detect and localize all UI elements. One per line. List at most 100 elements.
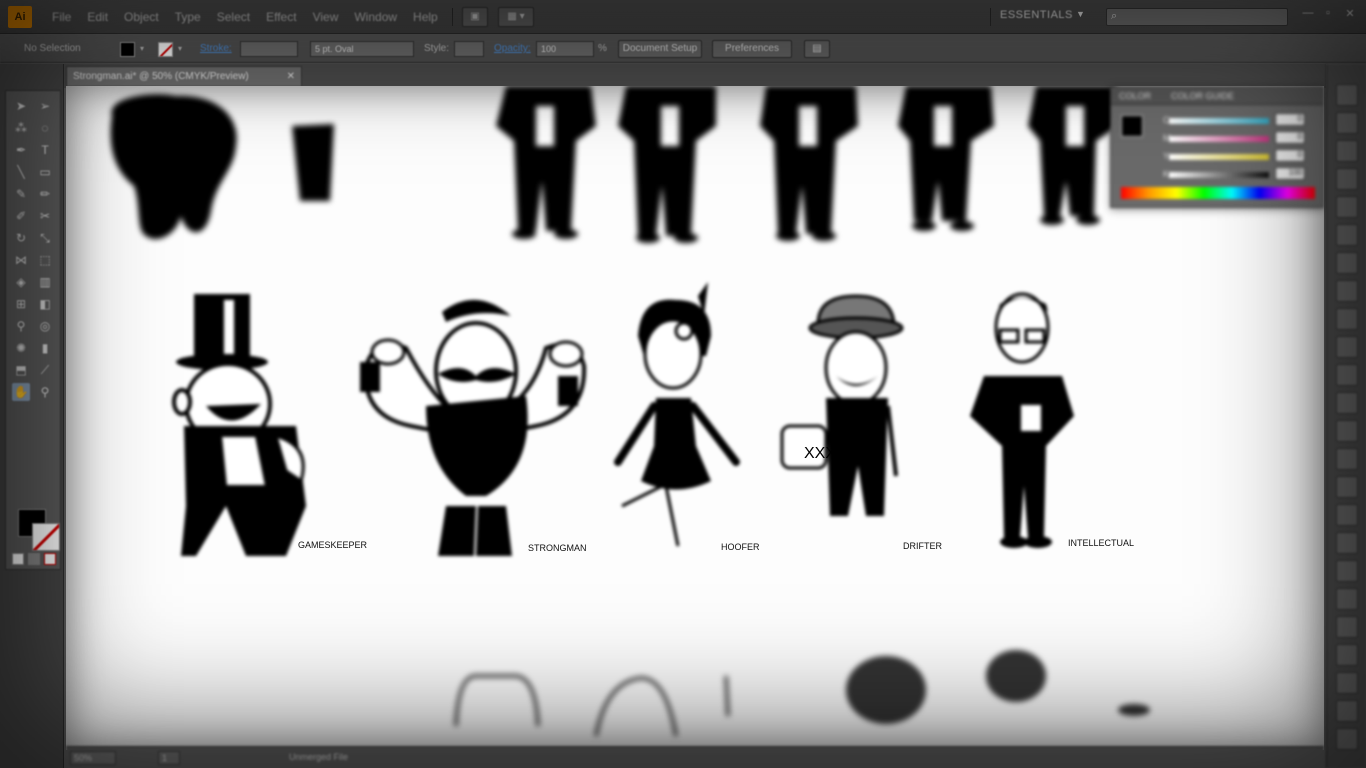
magenta-value[interactable]: 0 <box>1275 131 1305 144</box>
status-text[interactable]: Unmerged File <box>286 751 396 765</box>
selection-tool-icon[interactable]: ➤ <box>12 97 30 115</box>
free-transform-tool-icon[interactable]: ⬚ <box>36 251 54 269</box>
dock-panel-icon[interactable] <box>1336 700 1358 722</box>
black-slider[interactable] <box>1169 172 1269 178</box>
arrange-documents-button[interactable]: ▦ ▾ <box>498 7 534 27</box>
opacity-label[interactable]: Opacity: <box>494 43 531 54</box>
blend-tool-icon[interactable]: ◎ <box>36 317 54 335</box>
dock-panel-icon[interactable] <box>1336 168 1358 190</box>
color-spectrum-bar[interactable] <box>1121 187 1315 199</box>
dock-panel-icon[interactable] <box>1336 196 1358 218</box>
dock-panel-icon[interactable] <box>1336 336 1358 358</box>
minimize-icon[interactable]: — <box>1300 7 1316 19</box>
stroke-weight-field[interactable] <box>240 41 298 57</box>
none-mode-icon[interactable] <box>44 553 56 565</box>
close-icon[interactable]: ✕ <box>287 67 295 86</box>
menu-item-help[interactable]: Help <box>405 10 446 24</box>
dock-panel-icon[interactable] <box>1336 224 1358 246</box>
rectangle-tool-icon[interactable]: ▭ <box>36 163 54 181</box>
lasso-tool-icon[interactable]: ◌ <box>36 119 54 137</box>
chevron-down-icon[interactable]: ▾ <box>140 44 144 53</box>
menu-item-select[interactable]: Select <box>209 10 258 24</box>
zoom-field[interactable]: 50% <box>70 751 116 765</box>
scissors-tool-icon[interactable]: ✂ <box>36 207 54 225</box>
stroke-color-box[interactable] <box>32 523 60 551</box>
menu-item-type[interactable]: Type <box>167 10 209 24</box>
magic-wand-tool-icon[interactable]: ⁂ <box>12 119 30 137</box>
brush-definition-dropdown[interactable]: 5 pt. Oval <box>310 41 414 57</box>
tab-color[interactable]: COLOR <box>1119 91 1151 101</box>
width-tool-icon[interactable]: ⋈ <box>12 251 30 269</box>
search-input[interactable]: ⌕ <box>1106 8 1288 26</box>
magenta-slider[interactable] <box>1169 136 1269 142</box>
dock-panel-icon[interactable] <box>1336 280 1358 302</box>
maximize-icon[interactable]: ▫ <box>1320 7 1336 19</box>
type-tool-icon[interactable]: T <box>36 141 54 159</box>
column-graph-tool-icon[interactable]: ▮ <box>36 339 54 357</box>
stroke-swatch[interactable] <box>158 42 173 57</box>
dock-panel-icon[interactable] <box>1336 420 1358 442</box>
workspace-switcher[interactable]: ESSENTIALS <box>1000 9 1073 21</box>
close-icon[interactable]: ✕ <box>1342 7 1358 20</box>
dock-panel-icon[interactable] <box>1336 588 1358 610</box>
dock-panel-icon[interactable] <box>1336 252 1358 274</box>
document-setup-button[interactable]: Document Setup <box>618 40 702 58</box>
arrange-icon[interactable]: ▤ <box>804 40 830 58</box>
stroke-label[interactable]: Stroke: <box>200 43 232 54</box>
dock-panel-icon[interactable] <box>1336 532 1358 554</box>
dock-panel-icon[interactable] <box>1336 616 1358 638</box>
dock-panel-icon[interactable] <box>1336 504 1358 526</box>
tab-color-guide[interactable]: COLOR GUIDE <box>1171 91 1234 101</box>
symbol-sprayer-tool-icon[interactable]: ✺ <box>12 339 30 357</box>
gradient-tool-icon[interactable]: ◧ <box>36 295 54 313</box>
scale-tool-icon[interactable]: ⤡ <box>36 229 54 247</box>
pen-tool-icon[interactable]: ✒ <box>12 141 30 159</box>
dock-panel-icon[interactable] <box>1336 308 1358 330</box>
dock-panel-icon[interactable] <box>1336 448 1358 470</box>
cyan-value[interactable]: 0 <box>1275 113 1305 126</box>
dock-panel-icon[interactable] <box>1336 476 1358 498</box>
shape-builder-tool-icon[interactable]: ◈ <box>12 273 30 291</box>
menu-item-edit[interactable]: Edit <box>79 10 116 24</box>
menu-item-object[interactable]: Object <box>116 10 167 24</box>
gradient-mode-icon[interactable] <box>28 553 40 565</box>
line-tool-icon[interactable]: ╲ <box>12 163 30 181</box>
opacity-field[interactable]: 100 <box>536 41 594 57</box>
slice-tool-icon[interactable]: ⟋ <box>36 361 54 379</box>
dock-panel-icon[interactable] <box>1336 644 1358 666</box>
yellow-value[interactable]: 0 <box>1275 149 1305 162</box>
artboard-number-field[interactable]: 1 <box>158 751 180 765</box>
mesh-tool-icon[interactable]: ⊞ <box>12 295 30 313</box>
rotate-tool-icon[interactable]: ↻ <box>12 229 30 247</box>
blob-brush-tool-icon[interactable]: ✐ <box>12 207 30 225</box>
bridge-button[interactable]: ▣ <box>462 7 488 27</box>
dock-panel-icon[interactable] <box>1336 672 1358 694</box>
dock-panel-icon[interactable] <box>1336 364 1358 386</box>
fill-swatch[interactable] <box>120 42 135 57</box>
black-value[interactable]: 100 <box>1275 167 1305 180</box>
cyan-slider[interactable] <box>1169 118 1269 124</box>
menu-item-file[interactable]: File <box>44 10 79 24</box>
dock-panel-icon[interactable] <box>1336 112 1358 134</box>
graphic-style-dropdown[interactable] <box>454 41 484 57</box>
hand-tool-icon[interactable]: ✋ <box>12 383 30 401</box>
pencil-tool-icon[interactable]: ✏ <box>36 185 54 203</box>
panel-fill-swatch[interactable] <box>1121 115 1143 137</box>
eyedropper-tool-icon[interactable]: ⚲ <box>12 317 30 335</box>
yellow-slider[interactable] <box>1169 154 1269 160</box>
color-mode-icon[interactable] <box>12 553 24 565</box>
chevron-down-icon[interactable]: ▾ <box>178 44 182 53</box>
dock-panel-icon[interactable] <box>1336 140 1358 162</box>
dock-panel-icon[interactable] <box>1336 728 1358 750</box>
document-tab[interactable]: Strongman.ai* @ 50% (CMYK/Preview) ✕ <box>66 66 302 86</box>
perspective-grid-tool-icon[interactable]: ▥ <box>36 273 54 291</box>
preferences-button[interactable]: Preferences <box>712 40 792 58</box>
artboard-tool-icon[interactable]: ⬒ <box>12 361 30 379</box>
menu-item-view[interactable]: View <box>305 10 347 24</box>
menu-item-effect[interactable]: Effect <box>258 10 304 24</box>
direct-selection-tool-icon[interactable]: ➢ <box>36 97 54 115</box>
dock-panel-icon[interactable] <box>1336 560 1358 582</box>
paintbrush-tool-icon[interactable]: ✎ <box>12 185 30 203</box>
dock-panel-icon[interactable] <box>1336 84 1358 106</box>
zoom-tool-icon[interactable]: ⚲ <box>36 383 54 401</box>
